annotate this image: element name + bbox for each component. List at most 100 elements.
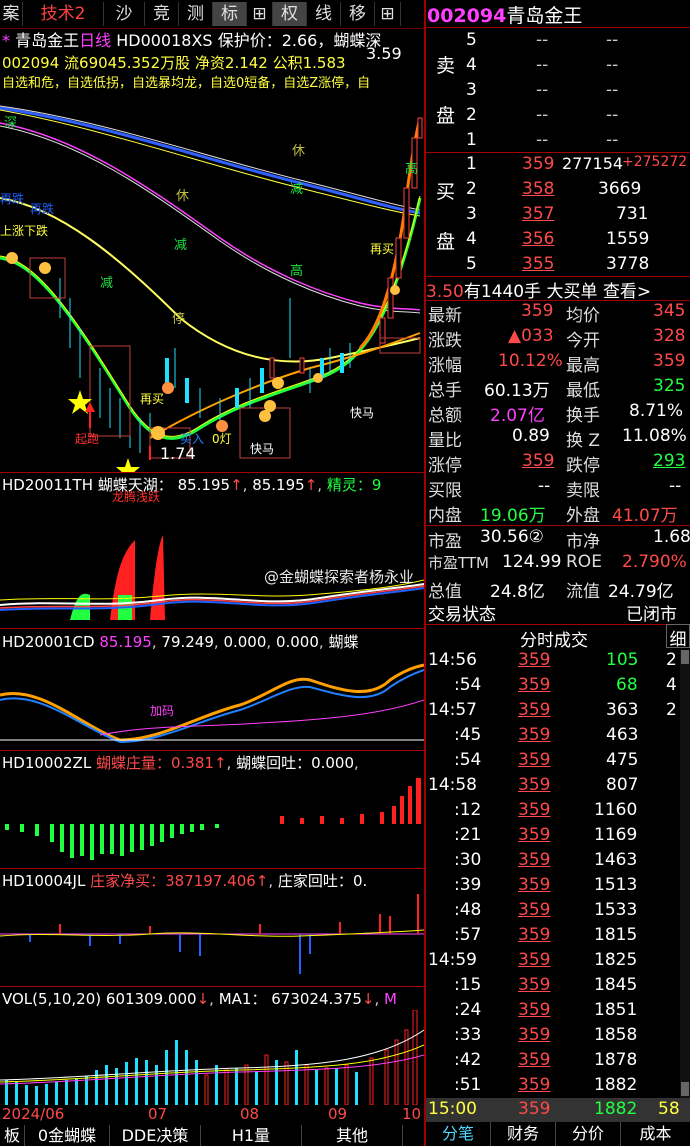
chart-header-line1: * 青岛金王日线 HD00018XS 保护价：2.66，蝴蝶深 bbox=[2, 27, 381, 51]
chart-stock-name: 青岛金王 bbox=[15, 31, 80, 50]
last-tick-price: 359 bbox=[518, 1099, 551, 1119]
panel2-v4: 0.000 bbox=[275, 633, 319, 651]
panel2-chart[interactable] bbox=[0, 655, 425, 750]
toolbar-tech2-button[interactable]: 技术2 bbox=[23, 2, 104, 26]
last-tick-volume: 1882 bbox=[594, 1099, 638, 1119]
buy-price-5: 355 bbox=[522, 254, 555, 274]
scroll-up-icon[interactable] bbox=[681, 650, 689, 664]
toolbar-bid-button[interactable]: 竞 bbox=[145, 2, 179, 26]
toolbar-mark-button[interactable]: 标 bbox=[213, 2, 247, 26]
quote-label-roe: ROE bbox=[566, 552, 602, 572]
tick-row: :33 359 1858 bbox=[454, 1025, 638, 1045]
toolbar-line-button[interactable]: 线 bbox=[307, 2, 341, 26]
last-tick-time: 15:00 bbox=[428, 1099, 477, 1119]
panel1-header: HD20011TH 蝴蝶天湖： 85.195↑, 85.195↑, 精灵：9 bbox=[2, 476, 382, 494]
toolbar-rights-button[interactable]: 权 bbox=[273, 2, 307, 26]
buy-price-2: 358 bbox=[522, 179, 555, 199]
label-fall-1: 再跌 bbox=[0, 192, 25, 206]
tick-row: :39 359 1513 bbox=[454, 875, 638, 895]
panel3-code: HD10002ZL bbox=[2, 754, 92, 772]
bottom-tab-other[interactable]: 其他 bbox=[302, 1125, 403, 1146]
tick-row: :24 359 1851 bbox=[454, 1000, 638, 1020]
bottom-tab-dde[interactable]: DDE决策 bbox=[110, 1125, 201, 1146]
quote-label-volume: 总手 bbox=[428, 381, 462, 401]
chart-period[interactable]: 日线 bbox=[79, 31, 111, 50]
buy-level-2: 2 bbox=[466, 179, 477, 199]
toolbar-move-button[interactable]: 移 bbox=[341, 2, 375, 26]
quote-label-avg: 均价 bbox=[566, 306, 600, 326]
buy-level-3: 3 bbox=[466, 204, 477, 224]
scroll-down-icon[interactable] bbox=[681, 1082, 689, 1096]
panel5-v3: M bbox=[384, 990, 397, 1008]
sell-price-2: -- bbox=[536, 105, 549, 125]
label-rise: 起跑 bbox=[75, 432, 100, 446]
x-axis: 2024/06 07 08 09 10 bbox=[0, 1105, 424, 1125]
sell-level-1: 1 bbox=[466, 130, 477, 150]
sell-label-bottom: 盘 bbox=[436, 105, 456, 127]
quote-value-volratio: 0.89 bbox=[512, 426, 550, 446]
toolbar-grid-icon-1[interactable]: ⊞ bbox=[247, 2, 273, 26]
quote-value-pe: 30.56② bbox=[480, 527, 544, 547]
quote-label-turnz: 换 Z bbox=[566, 431, 601, 451]
panel3-name2: 蝴蝶回吐： bbox=[236, 754, 312, 772]
toolbar-item-0[interactable]: 案 bbox=[0, 2, 23, 26]
right-tab-price[interactable]: 分价 bbox=[556, 1122, 621, 1146]
chart-header-line2: 002094 流69045.352万股 净资2.142 公积1.583 bbox=[2, 54, 346, 72]
bottom-tab-butterfly[interactable]: 0金蝴蝶 bbox=[25, 1125, 110, 1146]
sell-vol-4: -- bbox=[606, 55, 619, 75]
sell-level-3: 3 bbox=[466, 80, 477, 100]
panel4-name: 庄家净买： bbox=[90, 872, 166, 890]
buy-vol-4: 1559 bbox=[606, 229, 650, 249]
quote-value-inner: 19.06万 bbox=[480, 506, 546, 526]
label-quick-buy: 快马 bbox=[350, 406, 375, 420]
panel1-name2: 精灵： bbox=[326, 476, 372, 494]
last-tick-count: 58 bbox=[658, 1099, 680, 1119]
big-order-bar[interactable]: 3.50有1440手 大买单 查看> bbox=[426, 277, 651, 302]
right-tab-ticks[interactable]: 分笔 bbox=[426, 1122, 491, 1146]
quote-label-buylimit: 买限 bbox=[428, 481, 462, 501]
label-fall-2: 再跌 bbox=[30, 202, 55, 216]
ticks-scrollbar[interactable] bbox=[680, 650, 690, 1098]
tick-row: :57 359 1815 bbox=[454, 925, 638, 945]
ticks-detail-button[interactable]: 细 bbox=[666, 624, 690, 650]
panel1-chart[interactable] bbox=[0, 500, 425, 628]
quote-label-mktcap: 总值 bbox=[428, 582, 462, 602]
tick-row: :45 359 463 bbox=[454, 725, 639, 745]
buy-price-4: 356 bbox=[522, 229, 555, 249]
panel-sep-1 bbox=[0, 472, 424, 473]
quote-label-open: 今开 bbox=[566, 331, 600, 351]
panel4-code: HD10004JL bbox=[2, 872, 86, 890]
tick-row: :54 359 475 bbox=[454, 750, 639, 770]
order-book: 卖 盘 5 -- -- 4 -- -- 3 -- -- 2 -- -- 1 --… bbox=[426, 27, 690, 276]
tick-row: 14:58 359 807 bbox=[428, 775, 639, 795]
buy-level-1: 1 bbox=[466, 154, 477, 174]
toolbar-grid-icon-2[interactable]: ⊞ bbox=[375, 2, 401, 26]
big-order-view-link[interactable]: 查看> bbox=[603, 282, 651, 302]
bottom-tab-0[interactable]: 板 bbox=[0, 1125, 25, 1146]
panel4-chart[interactable] bbox=[0, 894, 425, 986]
ticks-list: 14:56 359 105 2 :54 359 68 4 14:57 359 3… bbox=[426, 650, 680, 1098]
right-tab-finance[interactable]: 财务 bbox=[491, 1122, 556, 1146]
toolbar-item-2[interactable]: 沙 bbox=[104, 2, 145, 26]
bottom-tab-h1[interactable]: H1量 bbox=[201, 1125, 302, 1146]
x-axis-label-2: 08 bbox=[240, 1105, 260, 1123]
tick-row: :30 359 1463 bbox=[454, 850, 638, 870]
last-tick-row: 15:00 359 1882 58 bbox=[426, 1098, 690, 1122]
toolbar: 案 技术2 沙 竞 测 标 ⊞ 权 线 移 ⊞ bbox=[0, 0, 425, 29]
toolbar-test-button[interactable]: 测 bbox=[179, 2, 213, 26]
panel2-v3: 0.000 bbox=[223, 633, 267, 651]
tick-row: 14:59 359 1825 bbox=[428, 950, 638, 970]
tick-row: 14:57 359 363 2 bbox=[428, 700, 677, 720]
quote-label-turnover: 换手 bbox=[566, 406, 600, 426]
quote-value-high: 359 bbox=[653, 351, 686, 371]
quote-label-inner: 内盘 bbox=[428, 506, 462, 526]
stock-code: 002094 bbox=[427, 5, 507, 27]
volume-chart[interactable] bbox=[0, 1009, 425, 1106]
buy-vol-2: 3669 bbox=[598, 179, 642, 199]
label-reduce-3: 减 bbox=[100, 276, 114, 291]
right-tab-cost[interactable]: 成本 bbox=[621, 1122, 690, 1146]
sell-level-4: 4 bbox=[466, 55, 477, 75]
panel4-v2: 0. bbox=[352, 872, 368, 890]
panel3-chart[interactable] bbox=[0, 776, 424, 868]
quote-value-volume: 60.13万 bbox=[484, 381, 550, 401]
